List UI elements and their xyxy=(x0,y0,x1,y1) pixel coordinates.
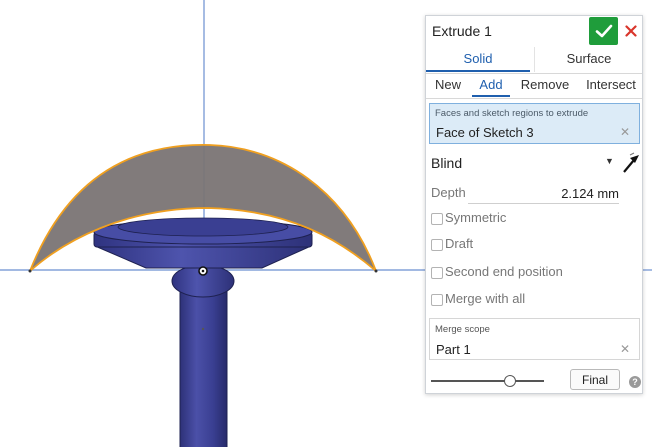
extrude-dialog: Extrude 1 Solid Surface New Add Remove I… xyxy=(425,15,643,394)
cap-cone[interactable] xyxy=(94,245,312,269)
dialog-header: Extrude 1 xyxy=(426,16,642,46)
clear-faces-icon[interactable]: ✕ xyxy=(620,125,630,139)
merge-scope-value: Part 1 xyxy=(436,342,471,357)
cap-disk[interactable] xyxy=(93,217,313,248)
operation-tabs: New Add Remove Intersect xyxy=(426,74,642,99)
sketch-point xyxy=(201,327,205,331)
depth-value: 2.124 mm xyxy=(561,186,619,201)
symmetric-checkbox[interactable] xyxy=(431,213,443,225)
edge-endpoint-right xyxy=(374,269,378,273)
op-remove[interactable]: Remove xyxy=(520,74,570,97)
clear-merge-scope-icon[interactable]: ✕ xyxy=(620,342,630,356)
checkmark-icon xyxy=(595,24,612,38)
draft-label: Draft xyxy=(445,236,474,251)
tab-solid[interactable]: Solid xyxy=(426,47,530,72)
depth-label: Depth xyxy=(431,185,466,200)
help-icon[interactable]: ? xyxy=(629,376,641,388)
depth-input[interactable]: 2.124 mm xyxy=(468,182,619,204)
tab-surface[interactable]: Surface xyxy=(534,47,643,72)
op-intersect[interactable]: Intersect xyxy=(582,74,640,97)
second-end-position-checkbox[interactable] xyxy=(431,267,443,279)
op-add[interactable]: Add xyxy=(472,74,510,97)
merge-with-all-label: Merge with all xyxy=(445,291,526,306)
merge-with-all-checkbox[interactable] xyxy=(431,294,443,306)
cancel-button[interactable] xyxy=(622,20,640,42)
stem-body[interactable] xyxy=(179,288,228,447)
merge-scope-field[interactable]: Merge scope Part 1 ✕ xyxy=(429,318,640,360)
op-new[interactable]: New xyxy=(430,74,466,97)
origin-dot xyxy=(201,269,205,273)
faces-value: Face of Sketch 3 xyxy=(436,125,534,140)
merge-scope-label: Merge scope xyxy=(435,324,490,335)
second-end-position-label: Second end position xyxy=(445,264,563,279)
edge-endpoint-left xyxy=(28,269,32,273)
body-type-tabs: Solid Surface xyxy=(426,47,642,74)
final-button[interactable]: Final xyxy=(570,369,620,390)
faces-selection-field[interactable]: Faces and sketch regions to extrude Face… xyxy=(429,103,640,144)
draft-checkbox[interactable] xyxy=(431,239,443,251)
end-type-select[interactable]: Blind xyxy=(431,155,462,171)
close-icon xyxy=(625,25,637,37)
confirm-button[interactable] xyxy=(589,17,618,45)
symmetric-label: Symmetric xyxy=(445,210,507,225)
flip-direction-icon[interactable] xyxy=(621,152,641,174)
rollback-slider-track[interactable] xyxy=(431,380,544,382)
rollback-slider-handle[interactable] xyxy=(504,375,517,387)
dialog-title: Extrude 1 xyxy=(432,23,492,39)
dropdown-arrow-icon[interactable]: ▼ xyxy=(605,156,614,166)
faces-label: Faces and sketch regions to extrude xyxy=(435,108,589,119)
